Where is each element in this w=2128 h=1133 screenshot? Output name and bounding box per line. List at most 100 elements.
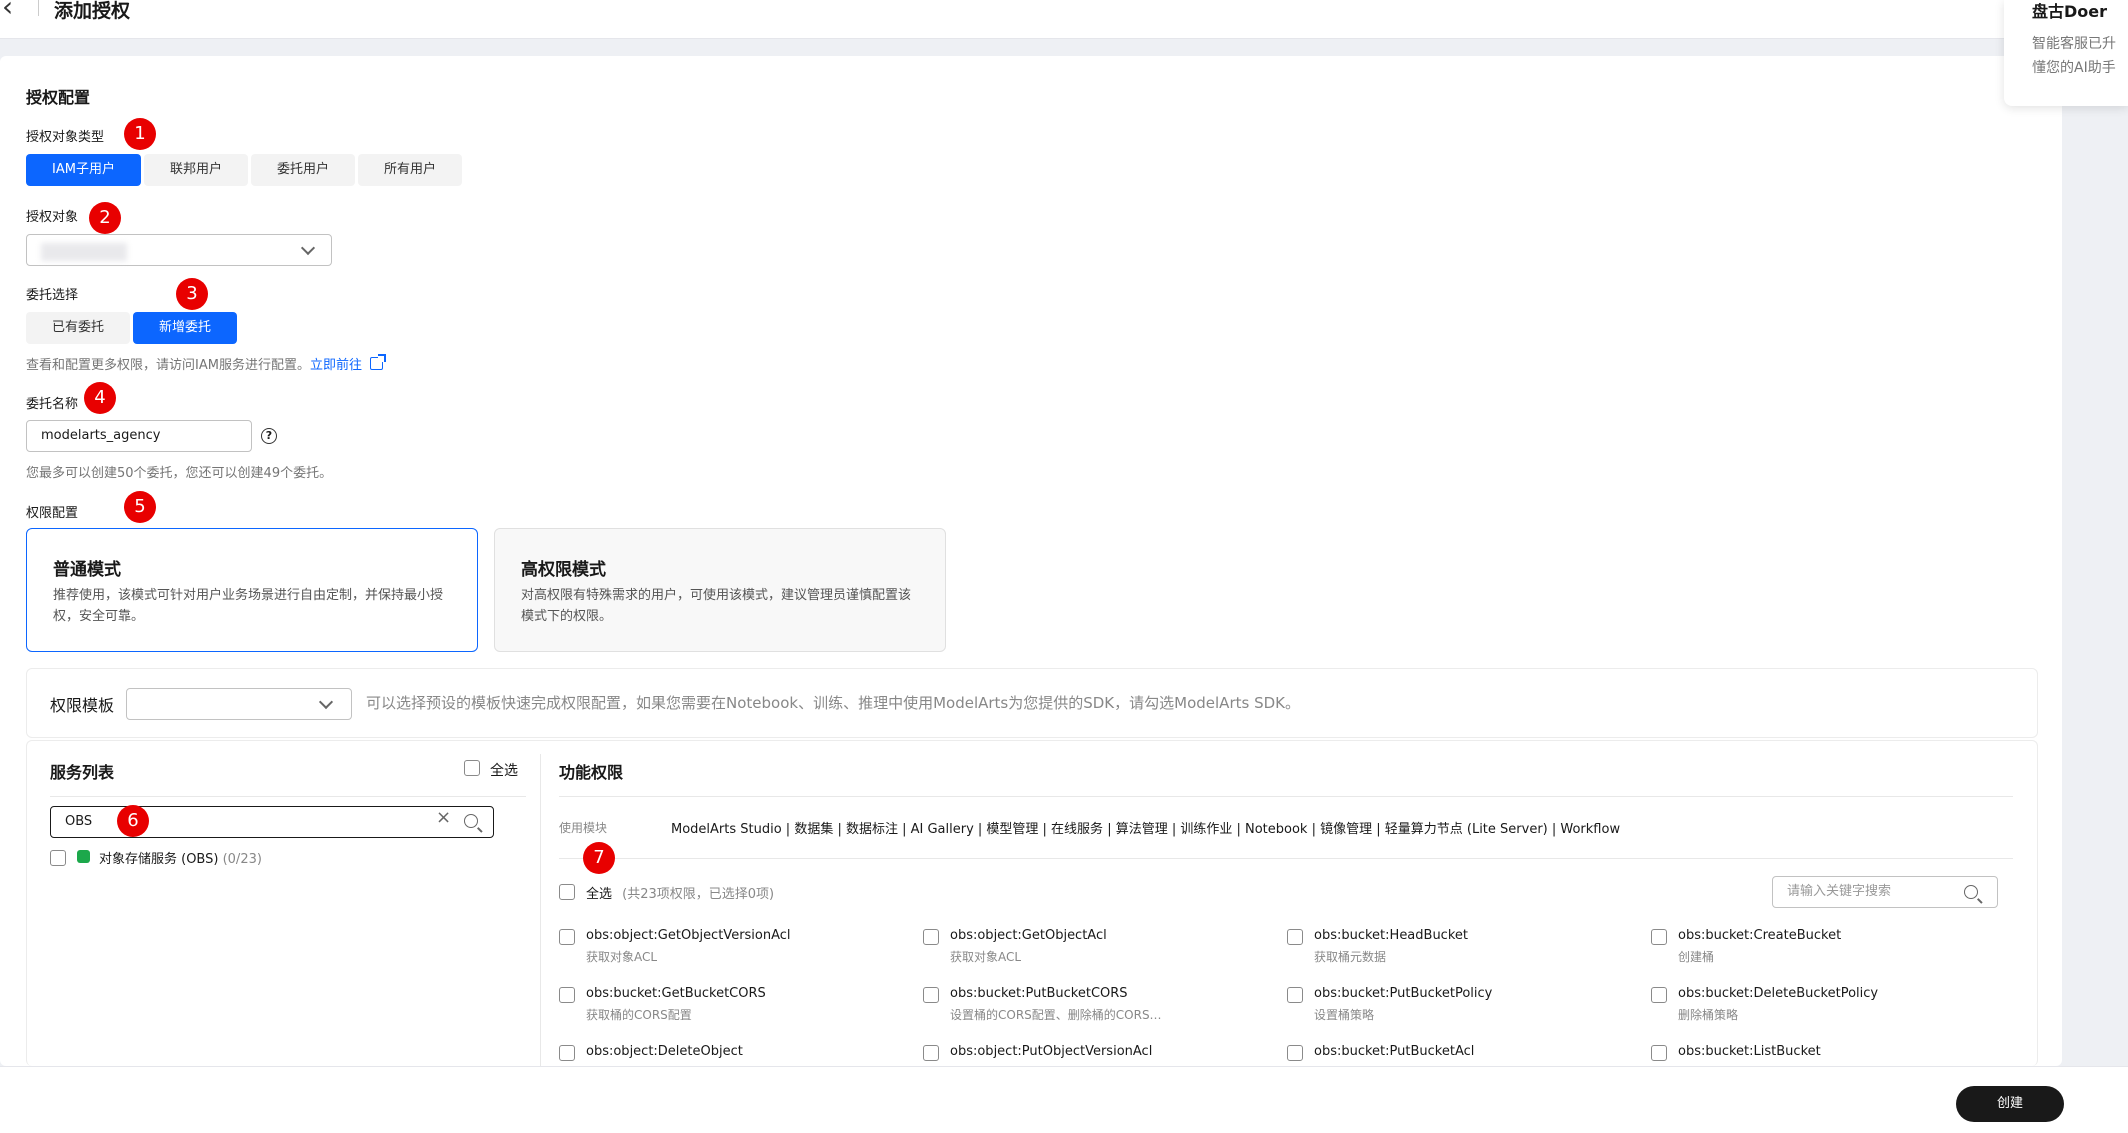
external-link-icon[interactable]: [369, 354, 386, 370]
permission-checkbox[interactable]: [559, 987, 575, 1003]
agency-name-label: 委托名称: [26, 397, 79, 412]
template-label: 权限模板: [50, 696, 115, 715]
service-select-all-checkbox[interactable]: [464, 760, 480, 776]
assistant-desc: 智能客服已升 懂您的AI助手: [2032, 32, 2116, 80]
principal-label: 授权对象: [26, 210, 79, 225]
permission-name: obs:bucket:DeleteBucketPolicy: [1678, 986, 1879, 1001]
permission-desc: 获取桶的CORS配置: [586, 1008, 692, 1022]
permission-desc: 创建桶: [1678, 950, 1715, 964]
principal-select[interactable]: [26, 234, 332, 266]
divider: [559, 858, 2013, 859]
service-item-checkbox[interactable]: [50, 850, 66, 866]
permission-checkbox[interactable]: [1287, 929, 1303, 945]
service-item-obs[interactable]: 对象存储服务 (OBS) (0/23): [99, 848, 262, 867]
module-label: 使用模块: [559, 821, 608, 835]
high-privilege-mode-card[interactable]: 高权限模式 对高权限有特殊需求的用户，可使用该模式，建议管理员谨慎配置该模式下的…: [494, 528, 946, 652]
bottom-bar: [0, 1066, 2128, 1133]
permission-desc: 获取桶元数据: [1314, 950, 1387, 964]
help-icon[interactable]: ?: [261, 428, 277, 444]
high-privilege-mode-title: 高权限模式: [521, 560, 606, 580]
assistant-line-1: 智能客服已升: [2032, 36, 2116, 52]
ai-assistant-card[interactable]: 盘古Doer 智能客服已升 懂您的AI助手: [2004, 0, 2128, 106]
service-item-name: 对象存储服务 (OBS): [99, 852, 219, 867]
permission-name: obs:bucket:PutBucketAcl: [1314, 1044, 1475, 1059]
normal-mode-desc: 推荐使用，该模式可针对用户业务场景进行自由定制，并保持最小授权，安全可靠。: [53, 588, 444, 624]
principal-type-label: 授权对象类型: [26, 130, 105, 145]
chevron-down-icon: [318, 694, 334, 710]
agency-limit-hint: 您最多可以创建50个委托，您还可以创建49个委托。: [26, 466, 333, 481]
template-hint: 可以选择预设的模板快速完成权限配置，如果您需要在Notebook、训练、推理中使…: [366, 694, 1300, 712]
assistant-line-2: 懂您的AI助手: [2032, 60, 2116, 76]
permission-name: obs:object:GetObjectVersionAcl: [586, 928, 791, 943]
permission-name: obs:object:DeleteObject: [586, 1044, 743, 1059]
option-existing-agency[interactable]: 已有委托: [26, 312, 131, 344]
option-iam-user[interactable]: IAM子用户: [26, 154, 141, 186]
step-badge-4: 4: [84, 382, 116, 414]
search-icon[interactable]: [464, 814, 478, 828]
perm-select-all-checkbox[interactable]: [559, 884, 575, 900]
perm-select-all-label: 全选: [586, 887, 613, 902]
back-icon[interactable]: ‹: [2, 0, 13, 23]
agency-choice-label: 委托选择: [26, 288, 79, 303]
permission-checkbox[interactable]: [923, 987, 939, 1003]
permission-checkbox[interactable]: [1651, 987, 1667, 1003]
page-title: 添加授权: [54, 0, 131, 22]
service-item-count: (0/23): [222, 852, 262, 867]
step-badge-3: 3: [176, 278, 208, 310]
option-all-users[interactable]: 所有用户: [357, 154, 462, 186]
perm-select-all: 全选 (共23项权限，已选择0项): [586, 883, 774, 902]
high-privilege-mode-desc: 对高权限有特殊需求的用户，可使用该模式，建议管理员谨慎配置该模式下的权限。: [521, 588, 912, 624]
option-new-agency[interactable]: 新增委托: [133, 312, 238, 344]
permission-checkbox[interactable]: [1287, 987, 1303, 1003]
clear-icon[interactable]: ×: [436, 807, 451, 828]
permission-checkbox[interactable]: [1651, 929, 1667, 945]
permission-config-label: 权限配置: [26, 506, 79, 521]
chevron-down-icon: [300, 240, 316, 256]
iam-hint: 查看和配置更多权限，请访问IAM服务进行配置。立即前往: [26, 354, 386, 373]
module-list: ModelArts Studio | 数据集 | 数据标注 | AI Galle…: [671, 822, 1621, 837]
permission-name: obs:bucket:ListBucket: [1678, 1044, 1821, 1059]
go-now-link[interactable]: 立即前往: [310, 358, 362, 373]
permission-checkbox[interactable]: [1287, 1045, 1303, 1061]
permission-desc: 设置桶的CORS配置、删除桶的CORS…: [950, 1008, 1162, 1022]
service-select-all-label: 全选: [490, 763, 518, 779]
agency-name-input[interactable]: modelarts_agency: [26, 420, 252, 452]
obs-service-icon: [77, 850, 90, 863]
permission-checkbox[interactable]: [559, 1045, 575, 1061]
step-badge-6: 6: [117, 805, 149, 837]
redacted-value: [41, 243, 127, 261]
assistant-title: 盘古Doer: [2032, 2, 2108, 21]
normal-mode-card[interactable]: 普通模式 推荐使用，该模式可针对用户业务场景进行自由定制，并保持最小授权，安全可…: [26, 528, 478, 652]
perm-count: (共23项权限，已选择0项): [622, 887, 775, 902]
create-button[interactable]: 创建: [1956, 1086, 2064, 1122]
permission-checkbox[interactable]: [1651, 1045, 1667, 1061]
permission-desc: 获取对象ACL: [586, 950, 658, 964]
option-agency-user[interactable]: 委托用户: [250, 154, 355, 186]
permission-checkbox[interactable]: [559, 929, 575, 945]
permission-name: obs:bucket:CreateBucket: [1678, 928, 1842, 943]
permission-desc: 删除桶策略: [1678, 1008, 1739, 1022]
permission-desc: 获取对象ACL: [950, 950, 1022, 964]
service-list-title: 服务列表: [50, 763, 115, 782]
top-bar: [0, 0, 2128, 39]
permission-name: obs:bucket:PutBucketPolicy: [1314, 986, 1493, 1001]
divider: [50, 796, 526, 797]
step-badge-5: 5: [124, 491, 156, 523]
divider: [559, 796, 2013, 797]
panel-divider: [540, 754, 541, 1066]
normal-mode-title: 普通模式: [53, 560, 121, 580]
option-federated-user[interactable]: 联邦用户: [143, 154, 248, 186]
permission-name: obs:object:PutObjectVersionAcl: [950, 1044, 1153, 1059]
step-badge-1: 1: [124, 118, 156, 150]
permission-name: obs:bucket:PutBucketCORS: [950, 986, 1128, 1001]
principal-type-switch: IAM子用户 联邦用户 委托用户 所有用户: [26, 154, 462, 186]
agency-choice-switch: 已有委托 新增委托: [26, 312, 238, 344]
permission-checkbox[interactable]: [923, 1045, 939, 1061]
template-select[interactable]: [126, 688, 352, 720]
step-badge-2: 2: [89, 202, 121, 234]
permission-name: obs:bucket:GetBucketCORS: [586, 986, 766, 1001]
function-perms-title: 功能权限: [559, 763, 624, 782]
search-icon[interactable]: [1964, 885, 1978, 899]
permission-name: obs:object:GetObjectAcl: [950, 928, 1107, 943]
permission-checkbox[interactable]: [923, 929, 939, 945]
